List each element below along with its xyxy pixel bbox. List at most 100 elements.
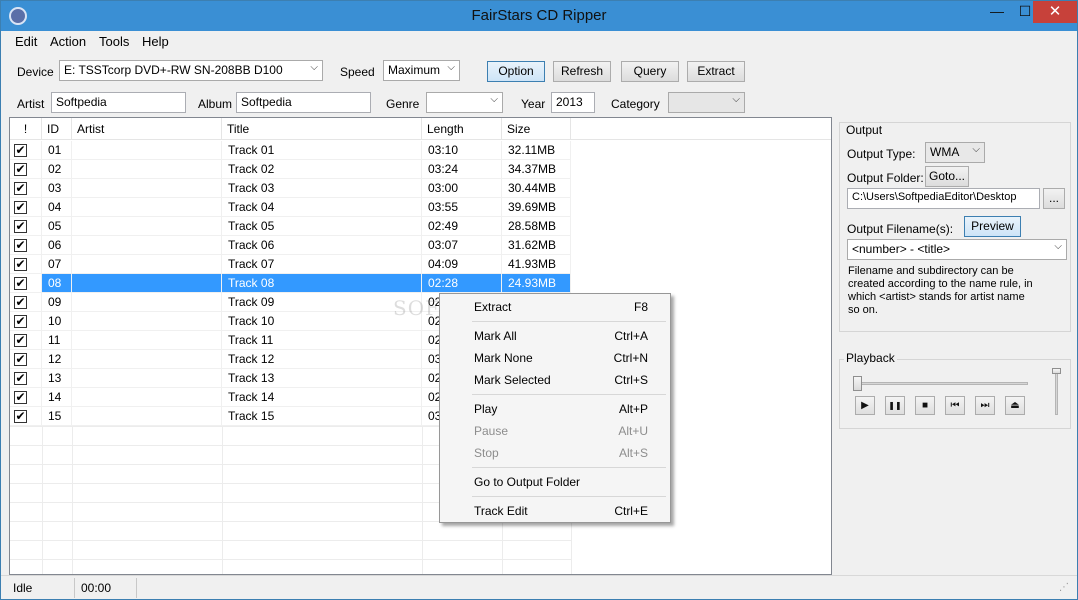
output-folder-field[interactable]: C:\Users\SoftpediaEditor\Desktop [847,188,1040,209]
track-checkbox[interactable]: ✔ [14,258,27,271]
stop-icon[interactable]: ■ [915,396,935,415]
menu-help[interactable]: Help [142,34,169,49]
extract-button[interactable]: Extract [687,61,745,82]
speed-select-value: Maximum [388,63,441,77]
play-icon[interactable]: ▶ [855,396,875,415]
cell-artist [72,160,222,179]
volume-slider-track[interactable] [1055,373,1058,415]
seek-slider-thumb[interactable] [853,376,862,391]
year-field[interactable]: 2013 [551,92,595,113]
table-row[interactable]: ✔ 08 Track 08 02:28 24.93MB [10,274,571,293]
cell-size: 30.44MB [502,179,571,198]
status-bar: Idle 00:00 ⋰ [1,575,1077,599]
track-checkbox[interactable]: ✔ [14,410,27,423]
track-checkbox[interactable]: ✔ [14,334,27,347]
track-checkbox[interactable]: ✔ [14,220,27,233]
output-filename-select[interactable]: <number> - <title> ⌵ [847,239,1067,260]
table-row[interactable]: ✔ 03 Track 03 03:00 30.44MB [10,179,571,198]
cell-artist [72,407,222,426]
track-checkbox[interactable]: ✔ [14,391,27,404]
menu-edit[interactable]: Edit [15,34,37,49]
cell-title: Track 06 [222,236,422,255]
table-row[interactable]: ✔ 06 Track 06 03:07 31.62MB [10,236,571,255]
track-checkbox[interactable]: ✔ [14,353,27,366]
context-menu-item-go-to-output-folder[interactable]: Go to Output Folder [442,471,668,493]
track-checkbox[interactable]: ✔ [14,315,27,328]
table-row[interactable]: ✔ 07 Track 07 04:09 41.93MB [10,255,571,274]
context-menu-item-mark-all[interactable]: Mark All Ctrl+A [442,325,668,347]
album-field[interactable]: Softpedia [236,92,371,113]
column-header-check[interactable]: ! [10,118,42,140]
track-checkbox[interactable]: ✔ [14,144,27,157]
cell-title: Track 07 [222,255,422,274]
speed-select[interactable]: Maximum ⌵ [383,60,460,81]
output-help-text: Filename and subdirectory can be created… [848,265,1033,316]
device-select[interactable]: E: TSSTcorp DVD+-RW SN-208BB D100 ⌵ [59,60,323,81]
menu-tools[interactable]: Tools [99,34,129,49]
menu-item-label: Play [474,402,498,416]
cell-id: 04 [42,198,72,217]
column-header-id[interactable]: ID [42,118,72,140]
column-header-artist[interactable]: Artist [72,118,222,140]
cell-artist [72,388,222,407]
track-checkbox[interactable]: ✔ [14,182,27,195]
track-checkbox[interactable]: ✔ [14,201,27,214]
title-bar[interactable]: FairStars CD Ripper — ☐ ✕ [1,1,1077,31]
volume-slider-thumb[interactable] [1052,368,1061,374]
context-menu-item-track-edit[interactable]: Track Edit Ctrl+E [442,500,668,522]
seek-slider-track[interactable] [853,382,1028,385]
table-row[interactable]: ✔ 04 Track 04 03:55 39.69MB [10,198,571,217]
table-row[interactable]: ✔ 05 Track 05 02:49 28.58MB [10,217,571,236]
cell-id: 01 [42,141,72,160]
browse-button[interactable]: ... [1043,188,1065,209]
cell-check: ✔ [10,198,42,217]
resize-grip-icon[interactable]: ⋰ [1059,582,1071,594]
track-checkbox[interactable]: ✔ [14,239,27,252]
cell-artist [72,312,222,331]
cell-id: 10 [42,312,72,331]
eject-icon[interactable]: ⏏ [1005,396,1025,415]
output-type-value: WMA [930,145,960,159]
cell-check: ✔ [10,293,42,312]
menu-separator [472,467,666,468]
category-label: Category [611,97,660,111]
menu-action[interactable]: Action [50,34,86,49]
track-checkbox[interactable]: ✔ [14,163,27,176]
output-type-select[interactable]: WMA ⌵ [925,142,985,163]
context-menu-item-extract[interactable]: Extract F8 [442,296,668,318]
minimize-button[interactable]: — [983,1,1011,23]
close-button[interactable]: ✕ [1033,1,1077,23]
next-track-icon[interactable]: ⏭ [975,396,995,415]
track-checkbox[interactable]: ✔ [14,372,27,385]
goto-button[interactable]: Goto... [925,166,969,187]
cell-check: ✔ [10,274,42,293]
track-checkbox[interactable]: ✔ [14,277,27,290]
table-row[interactable]: ✔ 01 Track 01 03:10 32.11MB [10,141,571,160]
option-button[interactable]: Option [487,61,545,82]
context-menu-item-mark-selected[interactable]: Mark Selected Ctrl+S [442,369,668,391]
output-filename-value: <number> - <title> [852,242,951,256]
refresh-button[interactable]: Refresh [553,61,611,82]
grid-line [42,426,43,574]
app-window: FairStars CD Ripper — ☐ ✕ Edit Action To… [0,0,1078,600]
table-row[interactable]: ✔ 02 Track 02 03:24 34.37MB [10,160,571,179]
track-table[interactable]: ! ID Artist Title Length Size ✔ 01 Track 0… [9,117,832,575]
cell-length: 02:49 [422,217,502,236]
track-checkbox[interactable]: ✔ [14,296,27,309]
genre-label: Genre [386,97,420,111]
cell-check: ✔ [10,331,42,350]
query-button[interactable]: Query [621,61,679,82]
genre-select[interactable]: ⌵ [426,92,503,113]
artist-field[interactable]: Softpedia [51,92,186,113]
pause-icon[interactable]: ❚❚ [885,396,905,415]
category-select[interactable]: ⌵ [668,92,745,113]
context-menu-item-play[interactable]: Play Alt+P [442,398,668,420]
column-header-length[interactable]: Length [422,118,502,140]
preview-button[interactable]: Preview [964,216,1021,237]
cell-id: 15 [42,407,72,426]
previous-track-icon[interactable]: ⏮ [945,396,965,415]
column-header-title[interactable]: Title [222,118,422,140]
column-header-size[interactable]: Size [502,118,571,140]
context-menu-item-mark-none[interactable]: Mark None Ctrl+N [442,347,668,369]
menu-item-shortcut: Ctrl+S [614,373,648,387]
